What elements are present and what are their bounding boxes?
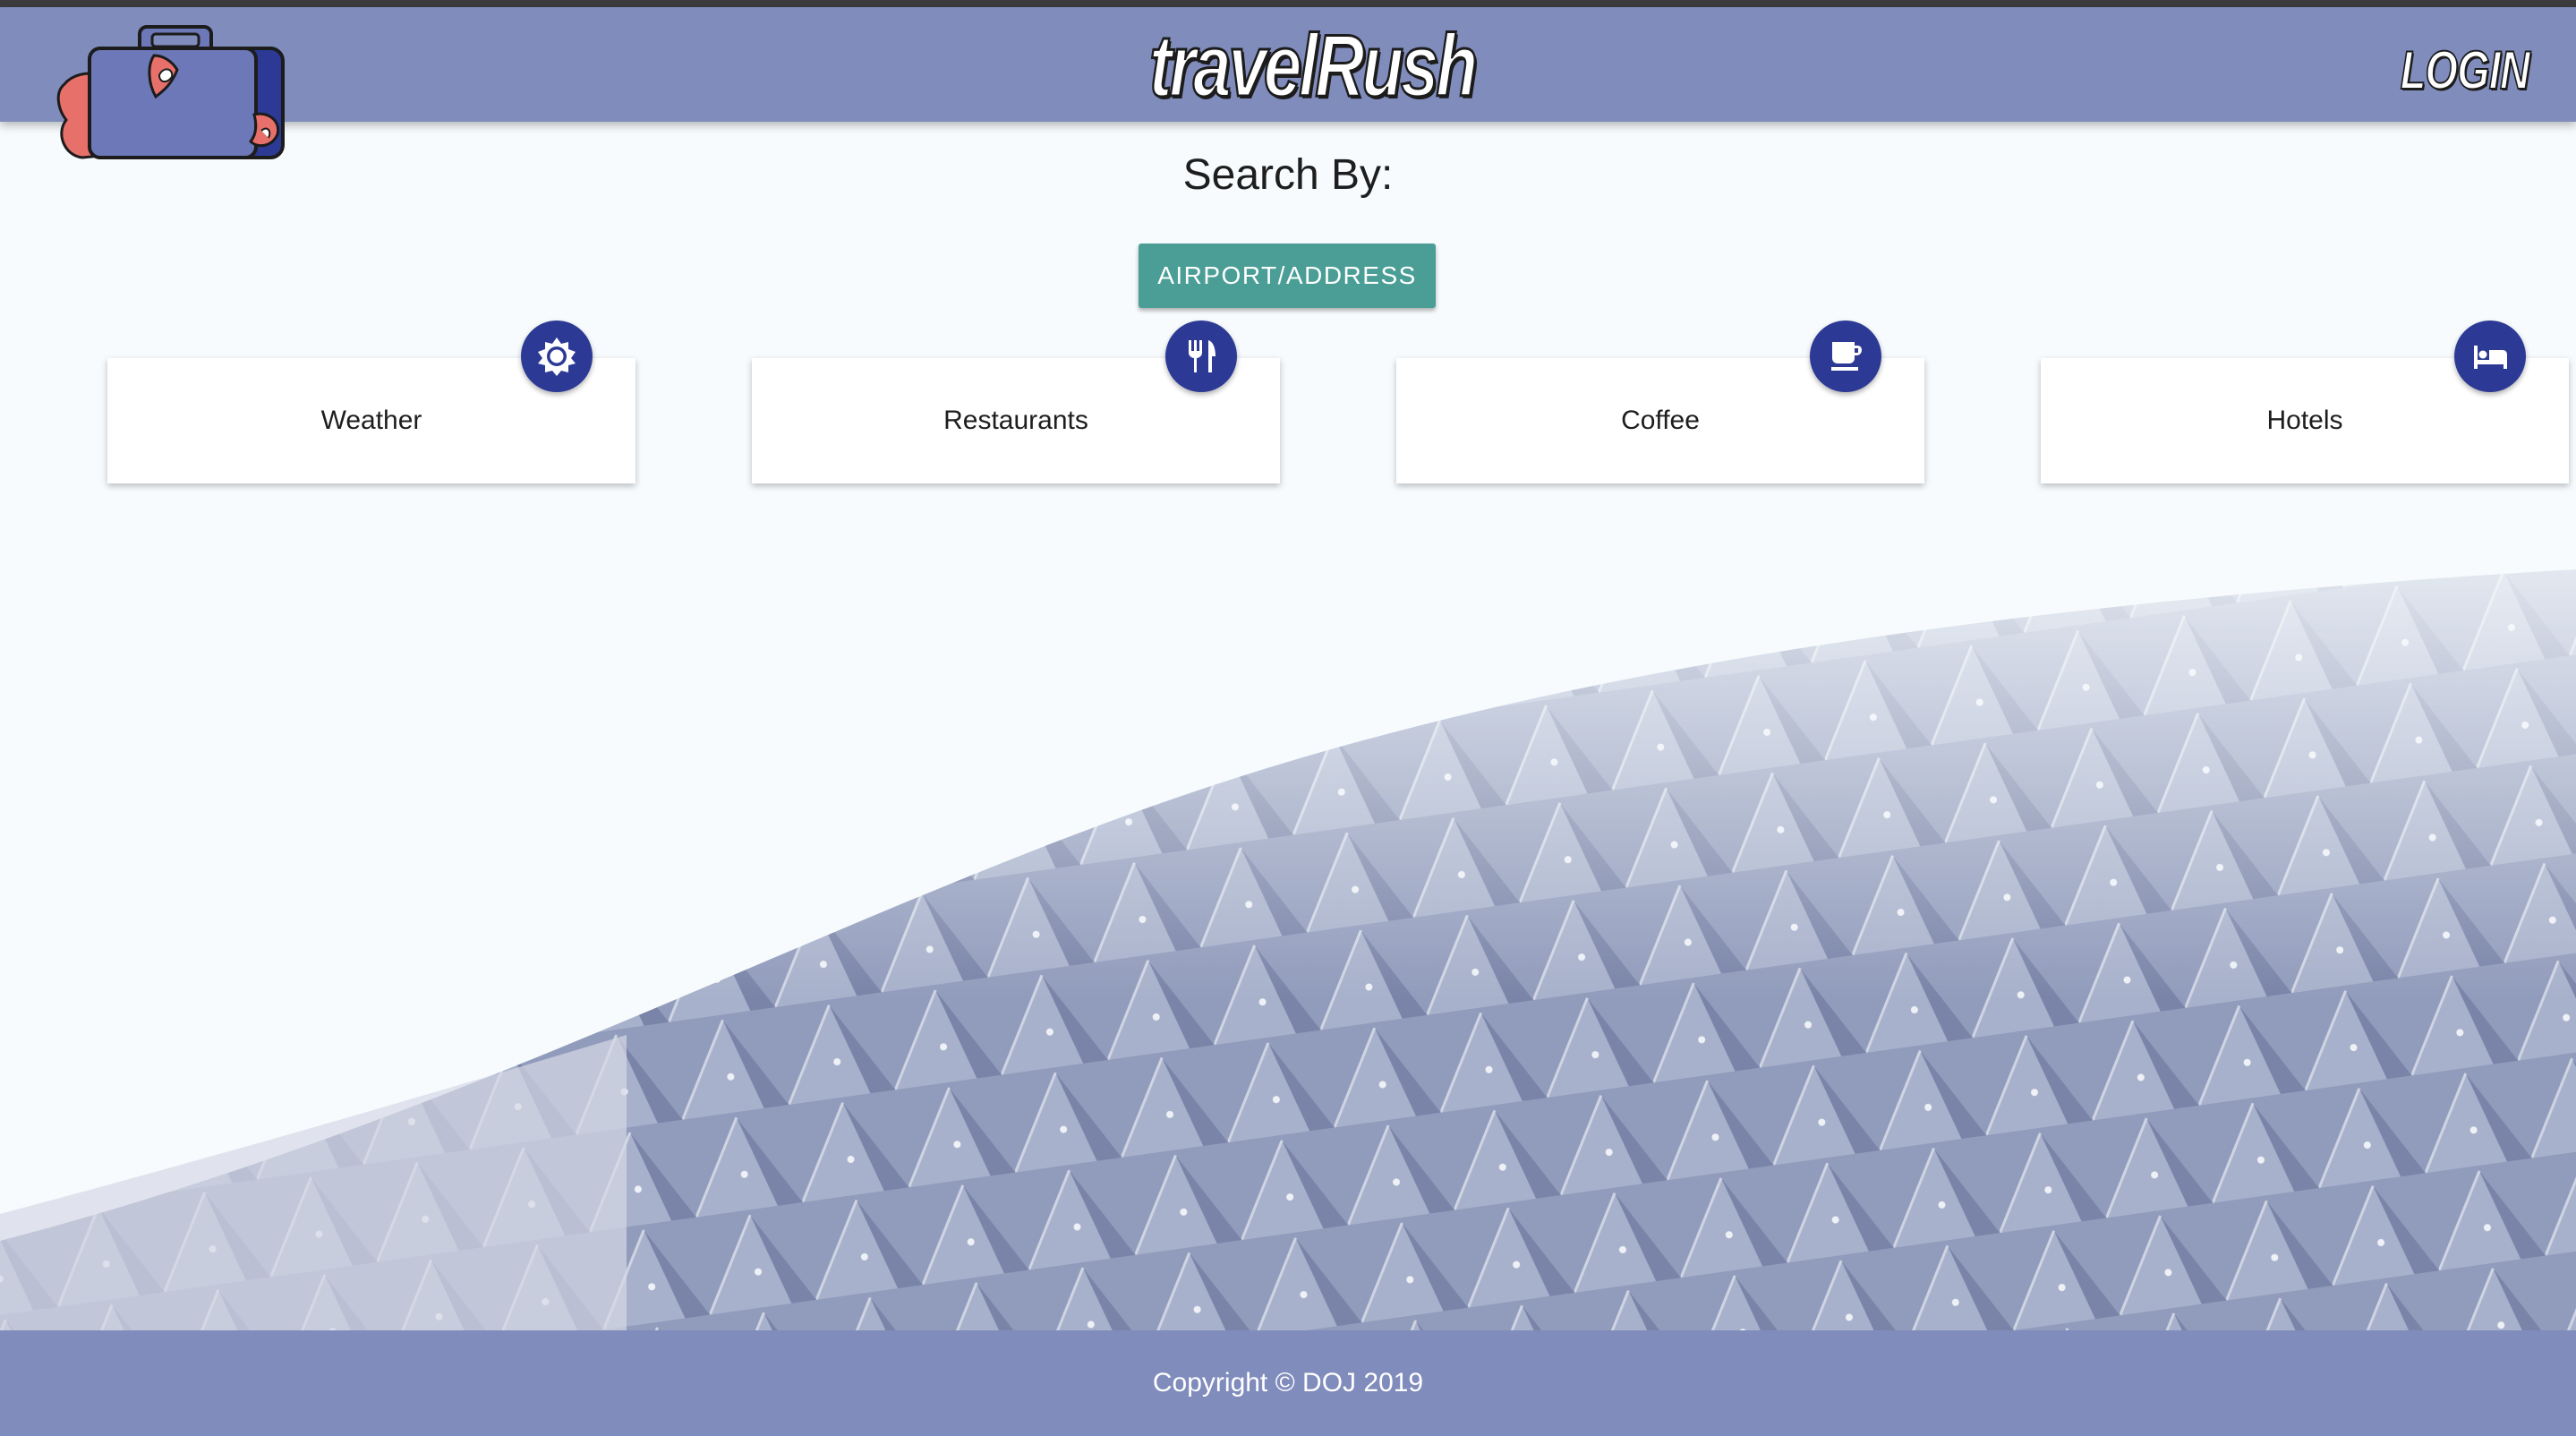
restaurants-button[interactable] — [1165, 321, 1237, 392]
utensils-icon — [1189, 340, 1215, 372]
weather-button[interactable] — [521, 321, 593, 392]
main-content: Search By: AIRPORT/ADDRESS Weather Resta… — [0, 122, 2576, 1330]
suitcase-logo-icon[interactable] — [47, 21, 297, 165]
brand-title[interactable]: travelRush — [1148, 15, 1479, 116]
hotels-button[interactable] — [2454, 321, 2526, 392]
coffee-cup-icon — [1831, 342, 1862, 371]
bed-icon — [2474, 346, 2507, 369]
sun-icon — [538, 338, 576, 376]
airport-address-button[interactable]: AIRPORT/ADDRESS — [1139, 244, 1436, 308]
search-heading: Search By: — [1182, 151, 1394, 199]
browser-top-strip — [0, 0, 2576, 7]
copyright-text: Copyright © DOJ 2019 — [1152, 1368, 1424, 1398]
navbar: travelRush LOGIN — [0, 7, 2576, 122]
coffee-button[interactable] — [1810, 321, 1881, 392]
footer: Copyright © DOJ 2019 — [0, 1330, 2576, 1436]
login-link[interactable]: LOGIN — [2400, 39, 2531, 102]
